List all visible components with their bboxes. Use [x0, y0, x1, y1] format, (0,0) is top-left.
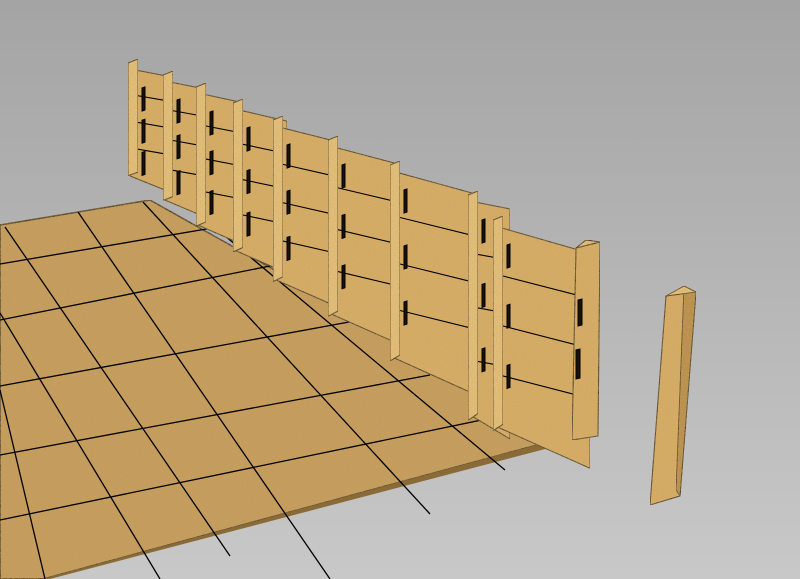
panel-slot: [481, 218, 486, 244]
panel-slot: [506, 303, 511, 329]
panel-slot: [209, 110, 214, 136]
wall-panel-6[interactable]: [327, 135, 401, 346]
panel-slot: [403, 244, 408, 270]
panel-slot: [176, 98, 181, 124]
panel-slot: [286, 143, 291, 169]
panel-slot: [506, 363, 511, 390]
panel-slot: [341, 213, 346, 240]
panel-slot: [341, 264, 346, 290]
panel-slot: [209, 189, 214, 216]
wall-panel-7[interactable]: [389, 160, 473, 394]
panel-slot: [341, 163, 346, 189]
panel-slot: [481, 347, 486, 373]
end-post-face[interactable]: [571, 241, 601, 441]
panel-stud: [232, 98, 244, 253]
panel-slot: [176, 169, 181, 196]
panel-slot: [481, 282, 486, 309]
panel-slot: [403, 188, 408, 214]
model-scene[interactable]: [0, 0, 800, 579]
panel-stud: [492, 215, 504, 432]
panel-slot: [506, 243, 511, 269]
panel-stud: [389, 160, 401, 362]
wall-panel-5[interactable]: [272, 115, 338, 308]
panel-slot: [246, 168, 251, 195]
panel-stud: [127, 58, 139, 177]
panel-slot: [209, 150, 214, 176]
panel-slot: [403, 300, 408, 326]
end-post-slot: [575, 348, 581, 380]
panel-stud: [272, 115, 284, 283]
panel-slot: [286, 189, 291, 215]
panel-stud: [327, 135, 339, 318]
panel-slot: [141, 150, 146, 177]
end-post-slot: [577, 298, 583, 327]
wall-panel-1[interactable]: [127, 58, 169, 193]
panel-stud: [195, 82, 207, 227]
panel-slot: [286, 235, 291, 262]
wall-end-post[interactable]: [571, 239, 601, 441]
panel-slot: [141, 86, 146, 112]
panel-stud: [162, 70, 174, 202]
panel-slot: [141, 118, 146, 144]
panel-slot: [246, 126, 251, 152]
panel-slot: [246, 211, 251, 237]
panel-stud: [467, 190, 479, 422]
3d-viewport[interactable]: [0, 0, 800, 579]
panel-slot: [176, 134, 181, 160]
